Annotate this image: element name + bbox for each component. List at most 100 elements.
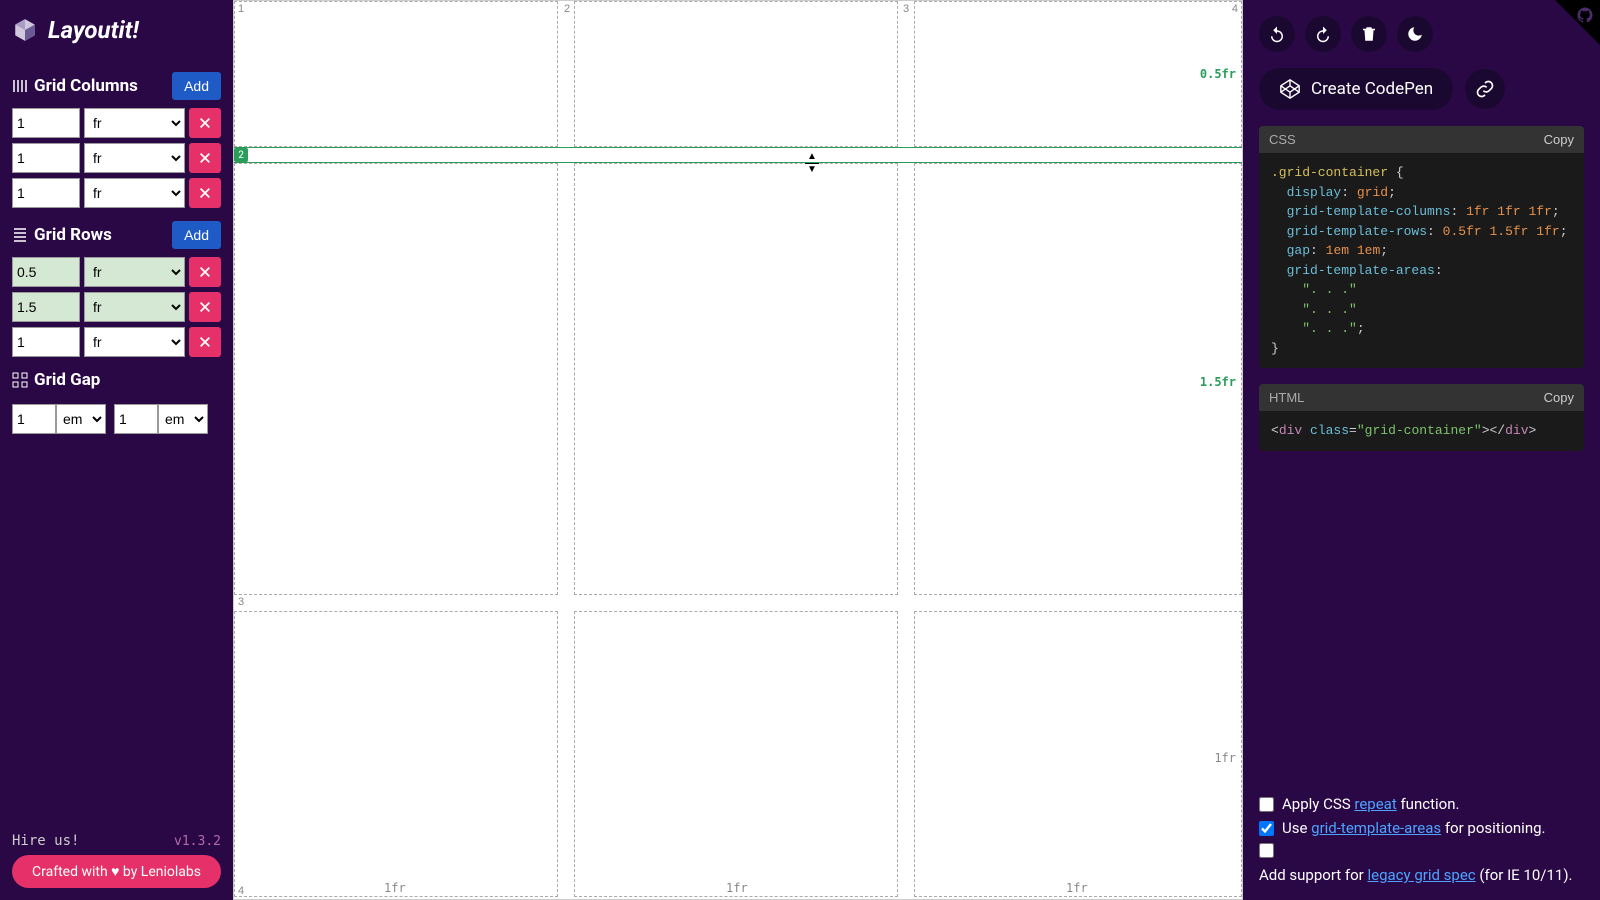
logo[interactable]: Layoutit! — [12, 12, 221, 48]
row-value-input[interactable] — [12, 257, 80, 287]
close-icon — [198, 116, 212, 130]
close-icon — [198, 300, 212, 314]
close-icon — [198, 265, 212, 279]
remove-column-button[interactable] — [189, 178, 221, 208]
css-code-body[interactable]: .grid-container { display: grid; grid-te… — [1259, 153, 1584, 368]
undo-button[interactable] — [1259, 16, 1295, 52]
gap-row-input[interactable] — [12, 404, 56, 434]
options: Apply CSS repeat function. Use grid-temp… — [1259, 795, 1584, 884]
grid-cell[interactable] — [914, 611, 1242, 897]
legacy-grid-option[interactable]: Add support for legacy grid spec (for IE… — [1259, 843, 1584, 884]
reset-button[interactable] — [1351, 16, 1387, 52]
copy-html-button[interactable]: Copy — [1544, 390, 1574, 405]
codepen-icon — [1279, 78, 1301, 100]
css-code-panel: CSS Copy .grid-container { display: grid… — [1259, 126, 1584, 368]
columns-icon — [12, 78, 28, 94]
gap-col-unit-select[interactable]: em — [158, 404, 208, 434]
col-fr-label: 1fr — [384, 881, 406, 895]
use-grid-areas-checkbox[interactable] — [1259, 821, 1274, 836]
remove-row-button[interactable] — [189, 327, 221, 357]
html-label: HTML — [1269, 390, 1304, 405]
column-value-input[interactable] — [12, 143, 80, 173]
row-unit-select[interactable]: fr — [84, 257, 185, 287]
redo-button[interactable] — [1305, 16, 1341, 52]
gap-row-unit-select[interactable]: em — [56, 404, 106, 434]
apply-repeat-checkbox[interactable] — [1259, 797, 1274, 812]
trash-icon — [1360, 25, 1378, 43]
gap-icon — [12, 372, 28, 388]
html-code-panel: HTML Copy <div class="grid-container"></… — [1259, 384, 1584, 451]
column-unit-select[interactable]: fr — [84, 143, 185, 173]
create-codepen-label: Create CodePen — [1311, 79, 1433, 99]
columns-header: Grid Columns Add — [12, 72, 221, 100]
css-label: CSS — [1269, 132, 1296, 147]
hire-us-link[interactable]: Hire us! — [12, 833, 79, 849]
undo-icon — [1268, 25, 1286, 43]
row-unit-select[interactable]: fr — [84, 292, 185, 322]
grid-cell[interactable] — [574, 611, 898, 897]
create-codepen-button[interactable]: Create CodePen — [1259, 68, 1453, 110]
sidebar-right: Create CodePen CSS Copy .grid-container … — [1243, 0, 1600, 900]
remove-row-button[interactable] — [189, 292, 221, 322]
row-line-num: 3 — [238, 596, 244, 608]
grid-cell[interactable] — [574, 1, 898, 147]
close-icon — [198, 186, 212, 200]
add-column-button[interactable]: Add — [172, 72, 221, 100]
grid-cell[interactable] — [914, 1, 1242, 147]
legacy-grid-spec-link[interactable]: legacy grid spec — [1368, 866, 1476, 884]
grid-cell[interactable] — [234, 1, 558, 147]
row-unit-select[interactable]: fr — [84, 327, 185, 357]
row-value-input[interactable] — [12, 327, 80, 357]
row-fr-label: 1fr — [1214, 751, 1236, 765]
grid-cell[interactable] — [914, 163, 1242, 595]
repeat-link[interactable]: repeat — [1354, 795, 1396, 813]
column-track-row: fr — [12, 143, 221, 173]
column-unit-select[interactable]: fr — [84, 178, 185, 208]
remove-column-button[interactable] — [189, 143, 221, 173]
codepen-row: Create CodePen — [1259, 68, 1584, 110]
use-grid-areas-option[interactable]: Use grid-template-areas for positioning. — [1259, 819, 1584, 837]
remove-column-button[interactable] — [189, 108, 221, 138]
row-track-row: fr — [12, 257, 221, 287]
grid-template-areas-link[interactable]: grid-template-areas — [1311, 819, 1441, 837]
theme-toggle-button[interactable] — [1397, 16, 1433, 52]
grid-cell[interactable] — [234, 611, 558, 897]
grid-canvas[interactable]: 1 2 3 4 3 4 2 ▲▼ 0.5fr 1.5fr 1fr 1fr 1fr… — [233, 0, 1243, 900]
row-fr-label: 1.5fr — [1200, 375, 1236, 389]
rows-header: Grid Rows Add — [12, 221, 221, 249]
gap-row: em em — [12, 404, 221, 434]
column-track-row: fr — [12, 108, 221, 138]
rows-icon — [12, 227, 28, 243]
moon-icon — [1406, 25, 1424, 43]
row-fr-label: 0.5fr — [1200, 67, 1236, 81]
copy-css-button[interactable]: Copy — [1544, 132, 1574, 147]
remove-row-button[interactable] — [189, 257, 221, 287]
row-value-input[interactable] — [12, 292, 80, 322]
column-value-input[interactable] — [12, 178, 80, 208]
gap-header: Grid Gap — [12, 370, 221, 390]
permalink-button[interactable] — [1465, 69, 1505, 109]
toolbar-row — [1259, 16, 1584, 52]
apply-repeat-option[interactable]: Apply CSS repeat function. — [1259, 795, 1584, 813]
sidebar-footer: Hire us! v1.3.2 Crafted with ♥ by Leniol… — [12, 833, 221, 888]
column-value-input[interactable] — [12, 108, 80, 138]
gap-col-input[interactable] — [114, 404, 158, 434]
row-line-badge: 2 — [234, 148, 248, 162]
legacy-grid-checkbox[interactable] — [1259, 843, 1274, 858]
col-line-num: 2 — [564, 3, 570, 15]
column-unit-select[interactable]: fr — [84, 108, 185, 138]
redo-icon — [1314, 25, 1332, 43]
crafted-by-link[interactable]: Crafted with ♥ by Leniolabs — [12, 855, 221, 888]
grid-cell[interactable] — [574, 163, 898, 595]
rows-title: Grid Rows — [34, 225, 112, 245]
row-gap-handle[interactable]: 2 — [234, 147, 1242, 163]
add-row-button[interactable]: Add — [172, 221, 221, 249]
grid-cell[interactable] — [234, 163, 558, 595]
column-track-row: fr — [12, 178, 221, 208]
sidebar-left: Layoutit! Grid Columns Add fr fr fr Grid… — [0, 0, 233, 900]
col-fr-label: 1fr — [726, 881, 748, 895]
cube-icon — [12, 17, 38, 43]
close-icon — [198, 335, 212, 349]
html-code-body[interactable]: <div class="grid-container"></div> — [1259, 411, 1584, 451]
close-icon — [198, 151, 212, 165]
